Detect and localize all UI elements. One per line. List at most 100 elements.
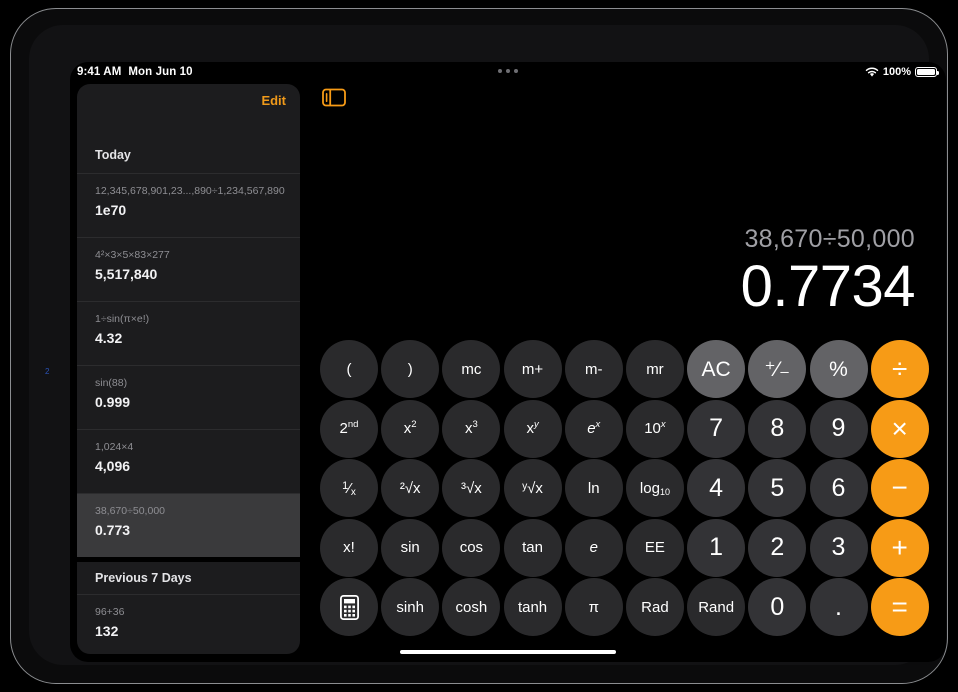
exponent-entry-key[interactable]: EE (625, 518, 684, 577)
key-label: m+ (521, 360, 544, 378)
hyperbolic-cosine-key[interactable]: cosh (442, 578, 501, 636)
key-label: EE (644, 539, 665, 556)
factorial-key[interactable]: x! (320, 518, 378, 577)
edit-button[interactable]: Edit (261, 93, 286, 108)
all-clear-key[interactable]: AC (687, 340, 746, 398)
digit-1-key[interactable]: 1 (687, 518, 746, 577)
calculator-display: 38,670÷50,000 0.7734 (741, 224, 916, 318)
subtract-key[interactable]: − (870, 459, 929, 517)
key-label: tanh (517, 598, 548, 616)
x-squared-key[interactable]: x2 (381, 399, 440, 458)
cosine-key[interactable]: cos (442, 518, 501, 577)
hyperbolic-sine-key[interactable]: sinh (381, 578, 440, 636)
decimal-point-key[interactable]: . (809, 578, 868, 636)
status-date: Mon Jun 10 (128, 66, 193, 78)
cube-root-key[interactable]: ³√x (442, 459, 501, 517)
digit-5-key[interactable]: 5 (748, 459, 807, 517)
log-base-10-key[interactable]: log10 (625, 459, 684, 517)
ten-to-power-x-key[interactable]: 10x (625, 399, 684, 458)
euler-number-key[interactable]: e (564, 518, 623, 577)
digit-8-key[interactable]: 8 (748, 399, 807, 458)
history-sidebar: Edit Today 12,345,678,901,23...,890÷1,23… (77, 84, 300, 654)
close-paren-key[interactable]: ) (381, 340, 440, 398)
status-bar-left: 9:41 AM Mon Jun 10 (77, 66, 193, 78)
history-result: 4.32 (95, 330, 123, 346)
key-label: 9 (831, 414, 846, 442)
square-root-key[interactable]: ²√x (381, 459, 440, 517)
digit-7-key[interactable]: 7 (687, 399, 746, 458)
key-label: tan (522, 539, 543, 556)
history-result: 4,096 (95, 458, 131, 474)
digit-0-key[interactable]: 0 (748, 578, 807, 636)
key-label: ⁺⁄₋ (764, 357, 791, 381)
list-item[interactable]: sin(88) 0.999 (77, 365, 300, 429)
sidebar-toggle-glyph (322, 88, 346, 107)
tangent-key[interactable]: tan (503, 518, 562, 577)
pi-key[interactable]: π (564, 578, 623, 636)
nth-root-key[interactable]: ʸ√x (503, 459, 562, 517)
history-expression: sin(88) (95, 377, 128, 389)
key-label: ) (407, 360, 413, 378)
key-label: 8 (770, 414, 785, 442)
keypad-row-4: x! sin cos tan e EE 1 2 3 + (320, 518, 934, 577)
open-paren-key[interactable]: ( (320, 340, 378, 398)
key-label: − (891, 472, 908, 503)
equals-key[interactable]: = (870, 578, 929, 636)
key-label: m- (585, 360, 603, 378)
key-label: 4 (709, 473, 724, 502)
digit-4-key[interactable]: 4 (687, 459, 746, 517)
memory-add-key[interactable]: m+ (503, 340, 562, 398)
add-key[interactable]: + (870, 518, 929, 577)
key-label: e (589, 539, 598, 556)
key-label: 6 (831, 473, 846, 502)
key-label: Rand (698, 598, 735, 616)
list-item[interactable]: 1÷sin(π×e!) 4.32 (77, 301, 300, 365)
digit-9-key[interactable]: 9 (809, 399, 868, 458)
radians-key[interactable]: Rad (625, 578, 684, 636)
key-label: ʸ√x (522, 479, 543, 497)
memory-subtract-key[interactable]: m- (564, 340, 623, 398)
key-label: x3 (464, 419, 478, 437)
key-label: ÷ (892, 353, 908, 384)
list-item[interactable]: 96+36 132 (77, 594, 300, 654)
multiply-key[interactable]: × (870, 399, 929, 458)
digit-2-key[interactable]: 2 (748, 518, 807, 577)
memory-recall-key[interactable]: mr (625, 340, 684, 398)
sidebar-toggle-icon[interactable] (322, 88, 348, 108)
key-label: Rad (641, 598, 669, 616)
second-function-key[interactable]: 2nd (320, 399, 378, 458)
history-list-today: 12,345,678,901,23...,890÷1,234,567,890 1… (77, 173, 300, 557)
percent-key[interactable]: % (809, 340, 868, 398)
home-indicator[interactable] (400, 649, 616, 654)
digit-6-key[interactable]: 6 (809, 459, 868, 517)
memory-clear-key[interactable]: mc (442, 340, 501, 398)
keypad-row-1: () mc m+ m-mr AC ⁺⁄₋% ÷ (320, 340, 934, 398)
x-to-power-y-key[interactable]: xy (503, 399, 562, 458)
ipad-bezel: 2 9:41 AM Mon Jun 10 100% Edit Today 12,… (29, 25, 946, 665)
key-label: 1⁄x (342, 479, 356, 498)
list-item[interactable]: 12,345,678,901,23...,890÷1,234,567,890 1… (77, 173, 300, 237)
sine-key[interactable]: sin (381, 518, 440, 577)
e-to-power-x-key[interactable]: ex (564, 399, 623, 458)
list-item[interactable]: 4²×3×5×83×277 5,517,840 (77, 237, 300, 301)
natural-log-key[interactable]: ln (564, 459, 623, 517)
history-list-previous: 96+36 132 (77, 594, 300, 654)
list-item-selected[interactable]: 38,670÷50,000 0.773 (77, 493, 300, 557)
calculator-icon (339, 594, 359, 620)
display-expression: 38,670÷50,000 (744, 225, 915, 253)
key-label: 0 (770, 592, 785, 621)
random-key[interactable]: Rand (687, 578, 746, 636)
hyperbolic-tangent-key[interactable]: tanh (503, 578, 562, 636)
key-label: % (829, 357, 848, 381)
digit-3-key[interactable]: 3 (809, 518, 868, 577)
history-expression: 4²×3×5×83×277 (95, 249, 170, 261)
divide-key[interactable]: ÷ (870, 340, 929, 398)
reciprocal-key[interactable]: 1⁄x (320, 459, 378, 517)
plus-minus-key[interactable]: ⁺⁄₋ (748, 340, 807, 398)
ipad-screen: 9:41 AM Mon Jun 10 100% Edit Today 12,34… (70, 62, 946, 662)
list-item[interactable]: 1,024×4 4,096 (77, 429, 300, 493)
key-label: 7 (709, 414, 724, 442)
x-cubed-key[interactable]: x3 (442, 399, 501, 458)
key-label: 2 (770, 533, 785, 561)
calculator-mode-key[interactable] (320, 578, 378, 636)
